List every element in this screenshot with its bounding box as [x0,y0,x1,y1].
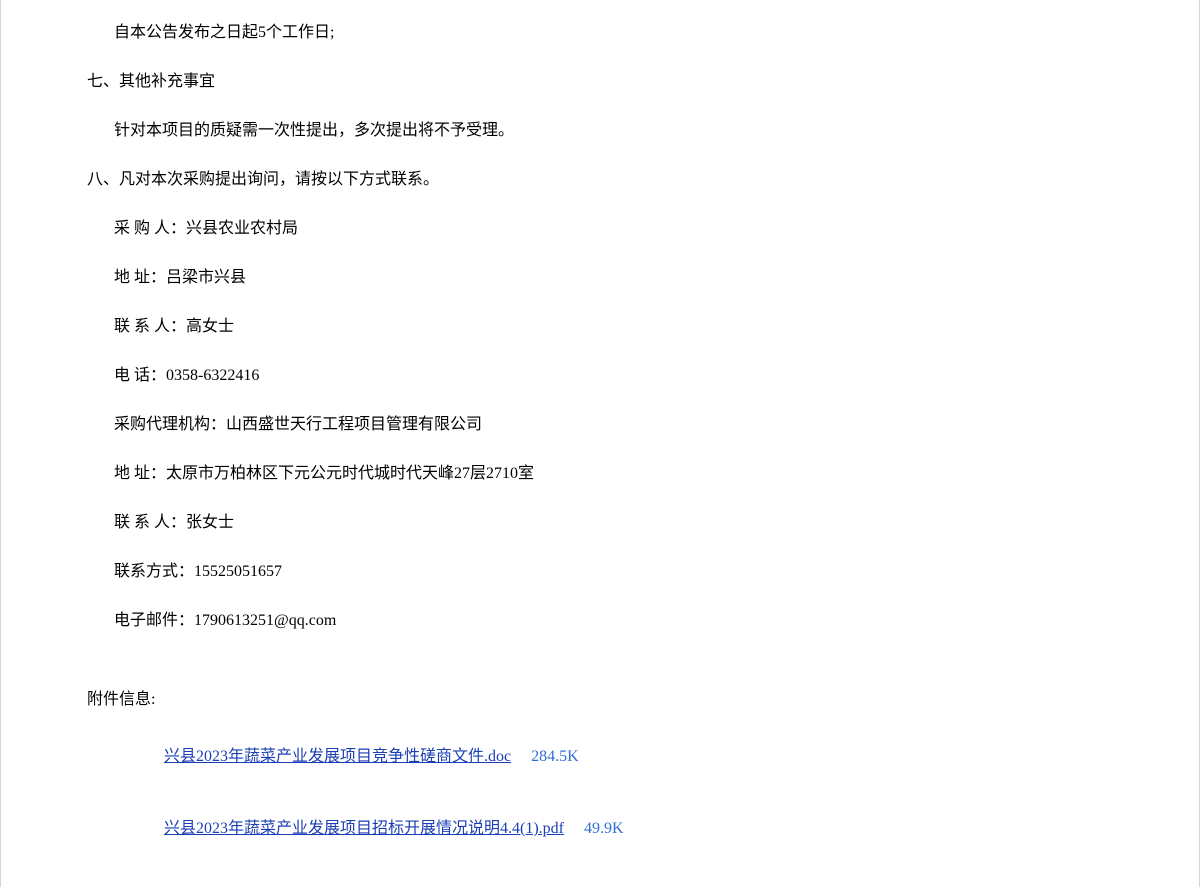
section-7-text: 针对本项目的质疑需一次性提出，多次提出将不予受理。 [114,122,515,139]
section-8-title: 八、凡对本次采购提出询问，请按以下方式联系。 [87,171,440,188]
buyer-phone-label: 电 话： [114,367,167,384]
attachment-link-doc[interactable]: 兴县2023年蔬菜产业发展项目竞争性磋商文件.doc [164,748,511,765]
agency-email-row: 电子邮件：1790613251@qq.com [114,611,336,631]
attachment-item: 兴县2023年蔬菜产业发展项目竞争性磋商文件.doc 284.5K [164,747,579,767]
attachment-item: 兴县2023年蔬菜产业发展项目招标开展情况说明4.4(1).pdf 49.9K [164,819,624,839]
attachment-size: 284.5K [531,748,579,765]
section-7-title: 七、其他补充事宜 [87,73,216,90]
agency-email-value: 1790613251@qq.com [194,612,337,629]
agency-address-value: 太原市万柏林区下元公元时代城时代天峰27层2710室 [166,465,535,482]
agency-phone-label: 联系方式： [114,563,195,580]
attachment-link-pdf[interactable]: 兴县2023年蔬菜产业发展项目招标开展情况说明4.4(1).pdf [164,820,564,837]
agency-row: 采购代理机构：山西盛世天行工程项目管理有限公司 [114,415,482,435]
agency-contact-row: 联 系 人：张女士 [114,513,234,533]
agency-phone-row: 联系方式：15525051657 [114,562,282,582]
buyer-contact-label: 联 系 人： [114,318,187,335]
buyer-label: 采 购 人： [114,220,187,237]
agency-contact-value: 张女士 [186,514,235,531]
agency-email-label: 电子邮件： [114,612,195,629]
agency-value: 山西盛世天行工程项目管理有限公司 [226,416,483,433]
buyer-row: 采 购 人：兴县农业农村局 [114,219,298,239]
buyer-phone-row: 电 话：0358-6322416 [114,366,259,386]
buyer-value: 兴县农业农村局 [186,220,299,237]
agency-address-row: 地 址：太原市万柏林区下元公元时代城时代天峰27层2710室 [114,464,534,484]
agency-phone-value: 15525051657 [194,563,283,580]
buyer-phone-value: 0358-6322416 [166,367,260,384]
attachment-size: 49.9K [584,820,624,837]
buyer-address-value: 吕梁市兴县 [166,269,247,286]
buyer-address-row: 地 址：吕梁市兴县 [114,268,246,288]
attachments-title: 附件信息: [87,691,156,708]
buyer-contact-row: 联 系 人：高女士 [114,317,234,337]
buyer-contact-value: 高女士 [186,318,235,335]
deadline-text: 自本公告发布之日起5个工作日; [114,24,335,41]
buyer-address-label: 地 址： [114,269,167,286]
agency-label: 采购代理机构： [114,416,227,433]
agency-address-label: 地 址： [114,465,167,482]
agency-contact-label: 联 系 人： [114,514,187,531]
